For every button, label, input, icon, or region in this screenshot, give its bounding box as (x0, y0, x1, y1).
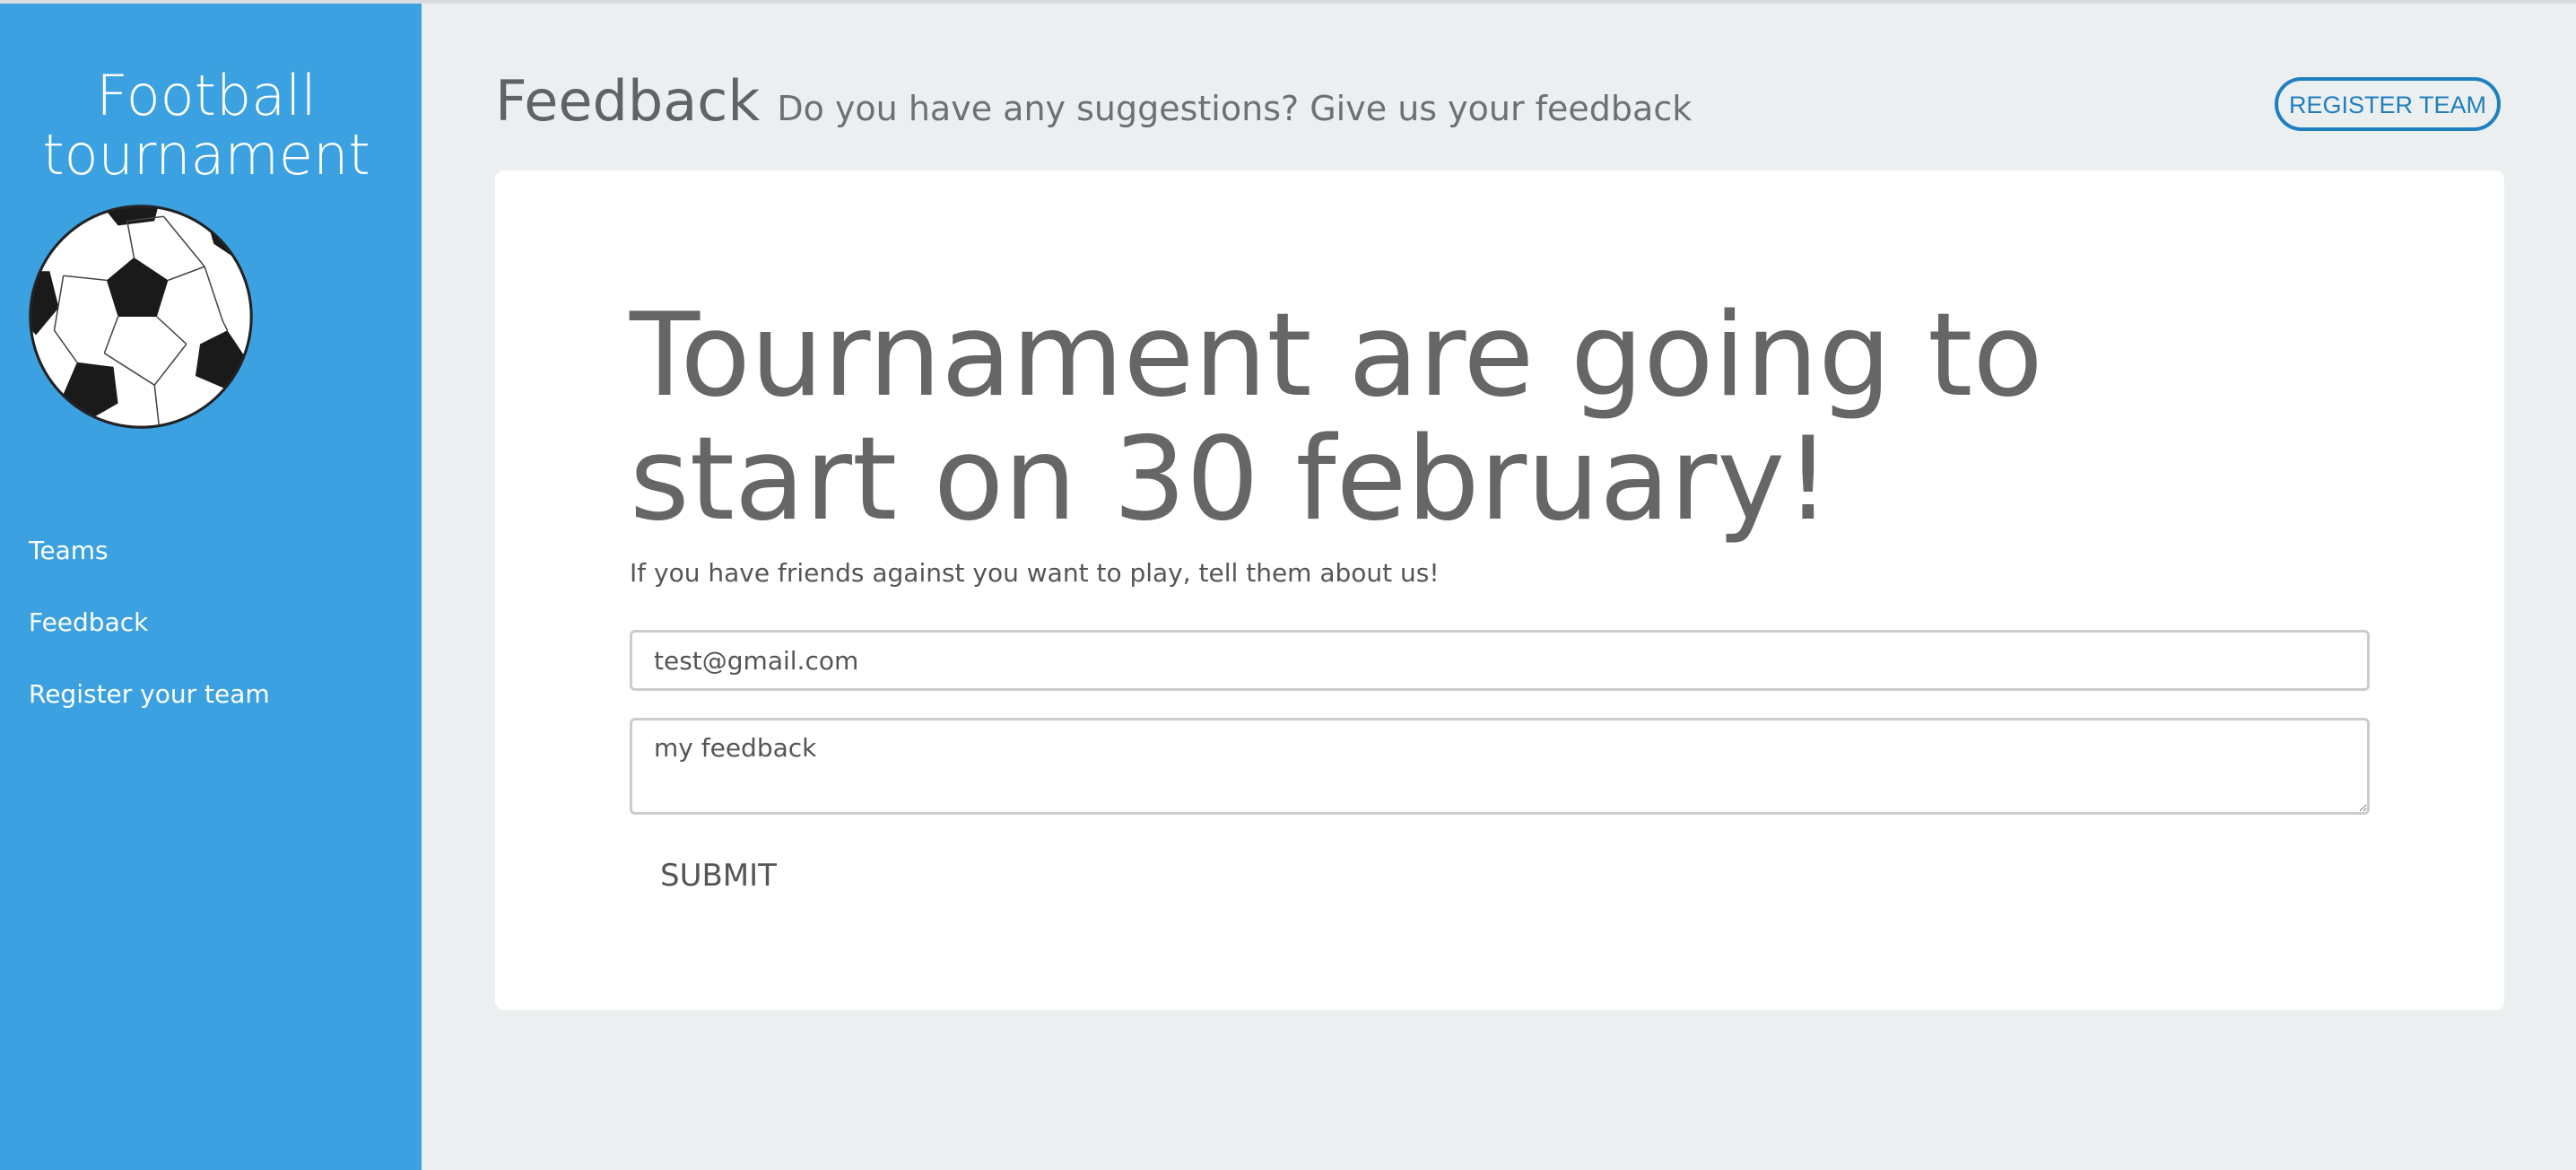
page-header: Feedback Do you have any suggestions? Gi… (495, 68, 1692, 134)
sidebar-item-feedback[interactable]: Feedback (29, 605, 270, 677)
soccer-ball-icon (29, 205, 253, 429)
page-subtitle: Do you have any suggestions? Give us you… (777, 89, 1693, 128)
register-team-button[interactable]: REGISTER TEAM (2275, 77, 2501, 131)
sidebar: Football tournament Teams Feedback Regis… (0, 4, 422, 1170)
sidebar-item-teams[interactable]: Teams (29, 533, 270, 605)
headline: Tournament are going to start on 30 febr… (630, 289, 2043, 546)
sidebar-nav: Teams Feedback Register your team (29, 533, 270, 748)
lead-text: If you have friends against you want to … (630, 558, 1440, 588)
feedback-card: Tournament are going to start on 30 febr… (495, 170, 2504, 1010)
email-field[interactable] (630, 630, 2370, 691)
page-title: Feedback (495, 68, 761, 134)
feedback-textarea[interactable]: my feedback (630, 718, 2370, 815)
brand-title: Football tournament (42, 63, 370, 188)
submit-button[interactable]: SUBMIT (630, 849, 807, 903)
sidebar-item-register-your-team[interactable]: Register your team (29, 677, 270, 748)
